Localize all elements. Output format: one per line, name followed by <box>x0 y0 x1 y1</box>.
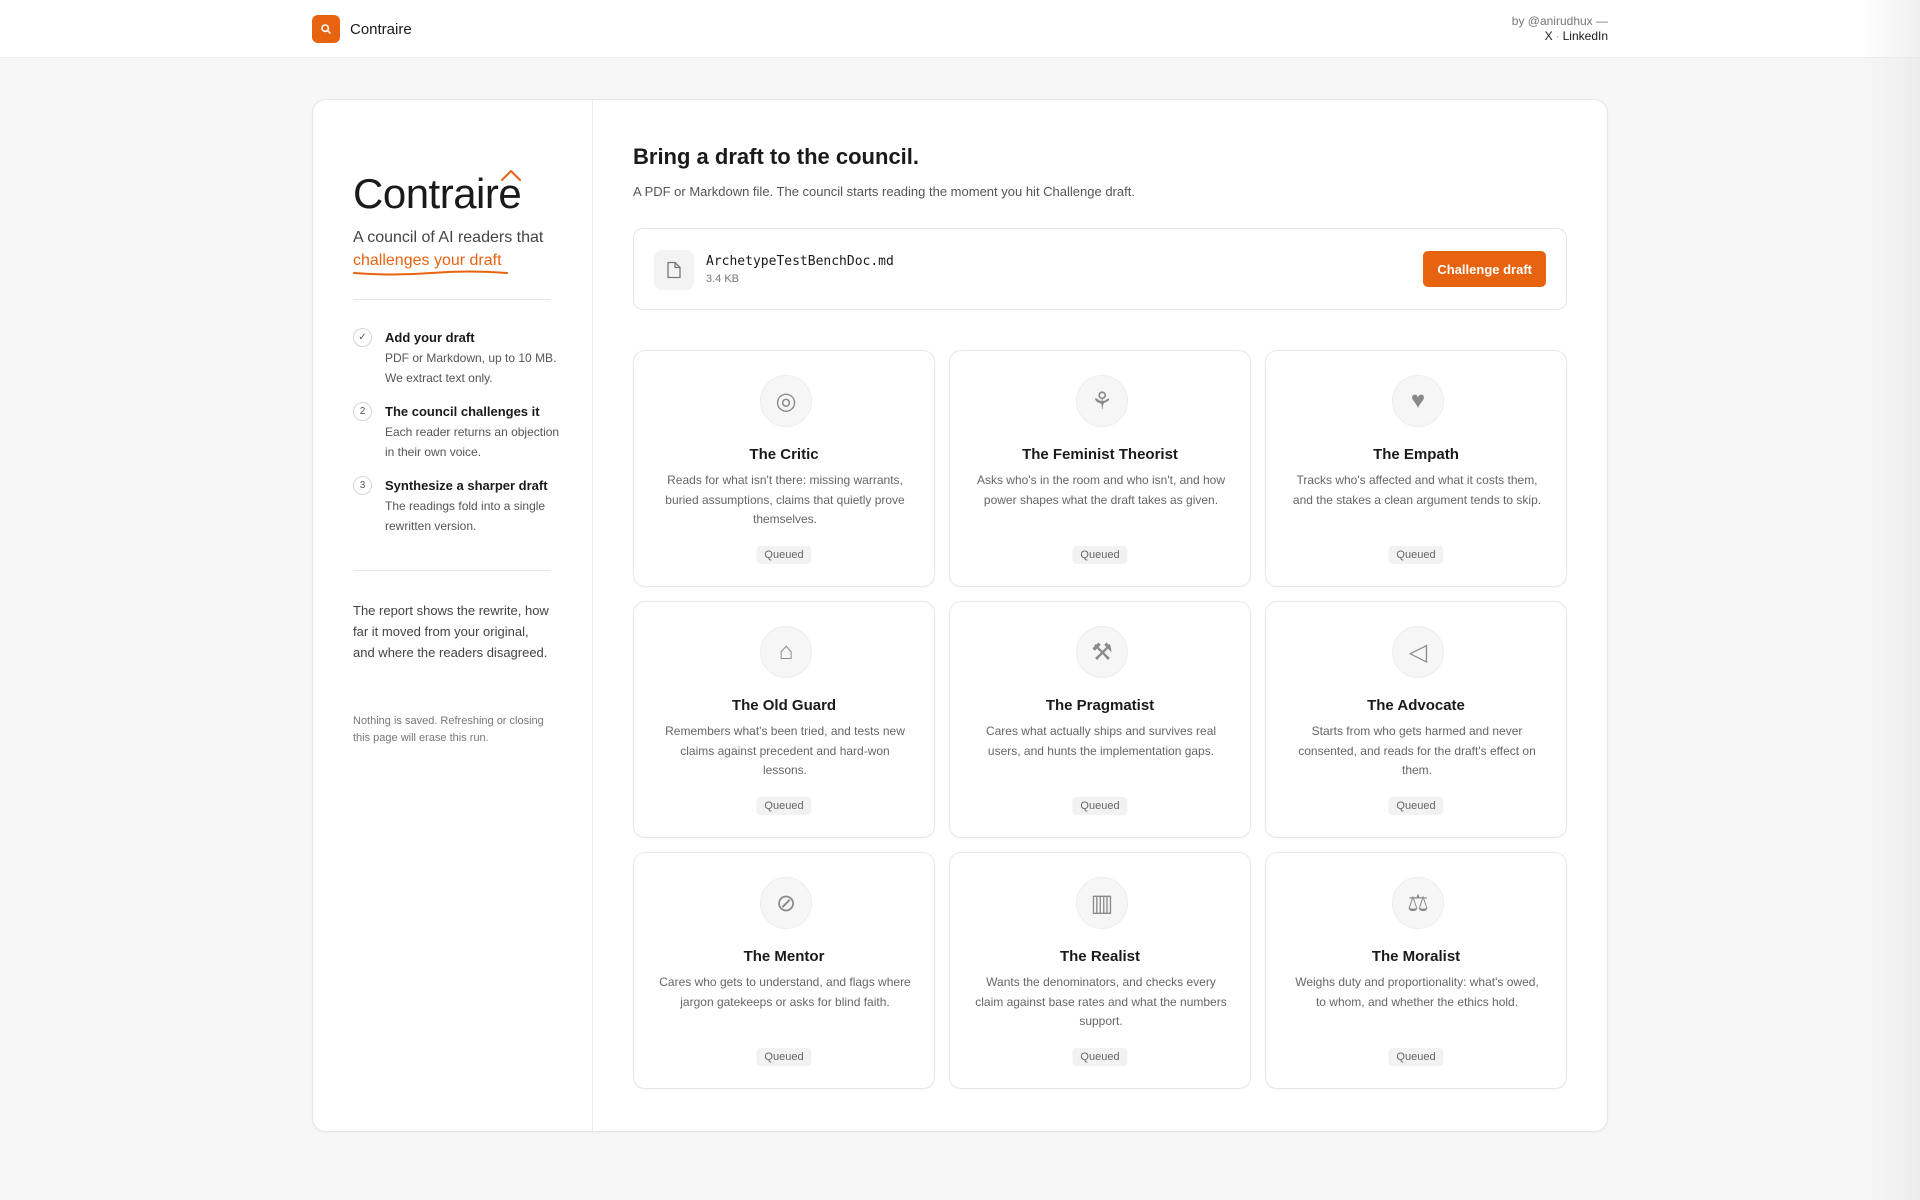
content-area: Bring a draft to the council. A PDF or M… <box>633 100 1573 1131</box>
wordmark: Contraire <box>353 170 522 217</box>
step-item: 3 Synthesize a sharper draft The reading… <box>353 476 563 536</box>
step-number: 2 <box>353 402 372 421</box>
tagline-underline <box>353 270 508 276</box>
step-title: The council challenges it <box>385 404 540 419</box>
tagline: A council of AI readers that challenges … <box>353 226 563 272</box>
reader-description: Wants the denominators, and checks every… <box>975 975 1227 1028</box>
reader-name: The Pragmatist <box>1045 697 1155 714</box>
check-icon: ✓ <box>353 328 372 347</box>
status-badge: Queued <box>1388 546 1444 564</box>
reader-description: Starts from who gets harmed and never co… <box>1298 724 1536 777</box>
reader-card[interactable]: ▥ The Realist Wants the denominators, and … <box>949 852 1251 1089</box>
linkedin-link[interactable]: LinkedIn <box>1563 29 1608 43</box>
reader-card[interactable]: ⚒ The Pragmatist Cares what actually ships… <box>949 601 1251 838</box>
step-item: ✓ Add your draft PDF or Markdown, up to … <box>353 328 563 388</box>
page-subtitle: A PDF or Markdown file. The council star… <box>633 184 1135 199</box>
uploaded-file: ArchetypeTestBenchDoc.md 3.4 KB Challeng… <box>633 228 1567 310</box>
reader-name: The Realist <box>1059 948 1141 965</box>
reader-description: Weighs duty and proportionality: what's … <box>1295 975 1539 1009</box>
status-badge: Queued <box>756 546 812 564</box>
step-item: 2 The council challenges it Each reader … <box>353 402 563 462</box>
status-badge: Queued <box>1072 1048 1128 1066</box>
megaphone-icon: ◁ <box>1392 626 1444 678</box>
critic-icon: ◎ <box>760 375 812 427</box>
reader-name: The Empath <box>1373 446 1459 463</box>
link-separator: · <box>1555 29 1560 43</box>
status-badge: Queued <box>1388 797 1444 815</box>
scales-icon: ⚖ <box>1392 877 1444 929</box>
privacy-note: Nothing is saved. Refreshing or closing … <box>353 715 544 744</box>
reader-name: The Critic <box>749 446 819 463</box>
step-title: Synthesize a sharper draft <box>385 478 548 493</box>
bar-chart-icon: ▥ <box>1076 877 1128 929</box>
byline: by @anirudhux — X · LinkedIn <box>1512 14 1608 44</box>
challenge-draft-button[interactable]: Challenge draft <box>1423 251 1546 287</box>
reader-card[interactable]: ⚘ The Feminist Theorist Asks who's in the … <box>949 350 1251 587</box>
reader-card[interactable]: ♥ The Empath Tracks who's affected and wha… <box>1265 350 1567 587</box>
reader-description: Remembers what's been tried, and tests n… <box>665 724 905 777</box>
file-size: 3.4 KB <box>706 273 740 285</box>
reader-name: The Feminist Theorist <box>1022 446 1178 463</box>
file-name: ArchetypeTestBenchDoc.md <box>706 254 894 269</box>
x-link[interactable]: X <box>1545 29 1553 43</box>
window-edge-shadow <box>1860 0 1920 1200</box>
step-number: 3 <box>353 476 372 495</box>
sidebar-divider-bottom <box>353 570 551 571</box>
byline-prefix: by @anirudhux — <box>1511 14 1608 28</box>
step-description: The readings fold into a single rewritte… <box>385 499 546 533</box>
reader-card[interactable]: ⌂ The Old Guard Remembers what's been trie… <box>633 601 935 838</box>
tagline-plain: A council of AI readers that <box>353 229 544 246</box>
reader-card[interactable]: ◁ The Advocate Starts from who gets harmed… <box>1265 601 1567 838</box>
status-badge: Queued <box>756 1048 812 1066</box>
reader-description: Asks who's in the room and who isn't, an… <box>976 473 1226 507</box>
file-icon <box>654 250 694 290</box>
steps-list: ✓ Add your draft PDF or Markdown, up to … <box>353 328 563 550</box>
report-description: The report shows the rewrite, how far it… <box>353 603 549 660</box>
step-description: PDF or Markdown, up to 10 MB. We extract… <box>385 351 557 385</box>
reader-name: The Old Guard <box>731 697 837 714</box>
step-title: Add your draft <box>385 330 475 345</box>
brand[interactable]: Contraire <box>312 15 412 43</box>
brand-name: Contraire <box>350 20 412 38</box>
reader-name: The Mentor <box>743 948 825 965</box>
page-title: Bring a draft to the council. <box>633 144 920 169</box>
reader-name: The Moralist <box>1371 948 1461 965</box>
caret-icon <box>501 170 521 181</box>
reader-card[interactable]: ⊘ The Mentor Cares who gets to understand,… <box>633 852 935 1089</box>
reader-description: Tracks who's affected and what it costs … <box>1292 473 1542 507</box>
reader-card[interactable]: ⚖ The Moralist Weighs duty and proportiona… <box>1265 852 1567 1089</box>
status-badge: Queued <box>1072 797 1128 815</box>
classical-building-icon: ⌂ <box>760 626 812 678</box>
top-bar: Contraire by @anirudhux — X · LinkedIn <box>0 0 1920 58</box>
status-badge: Queued <box>1388 1048 1444 1066</box>
compass-icon: ⊘ <box>760 877 812 929</box>
feminist-theorist-icon: ⚘ <box>1076 375 1128 427</box>
sidebar: Contraire A council of AI readers that c… <box>313 100 593 1131</box>
heart-icon: ♥ <box>1392 375 1444 427</box>
main-card: Contraire A council of AI readers that c… <box>312 99 1608 1132</box>
wrench-icon: ⚒ <box>1076 626 1128 678</box>
reader-card[interactable]: ◎ The Critic Reads for what isn't there: m… <box>633 350 935 587</box>
step-description: Each reader returns an objection in thei… <box>385 425 560 459</box>
status-badge: Queued <box>1072 546 1128 564</box>
brand-logo-icon <box>312 15 340 43</box>
reader-name: The Advocate <box>1367 697 1465 714</box>
reader-description: Cares who gets to understand, and flags … <box>659 975 911 1009</box>
reader-description: Cares what actually ships and survives r… <box>985 724 1217 758</box>
status-badge: Queued <box>756 797 812 815</box>
reader-description: Reads for what isn't there: missing warr… <box>665 473 905 526</box>
sidebar-divider-top <box>353 299 551 300</box>
